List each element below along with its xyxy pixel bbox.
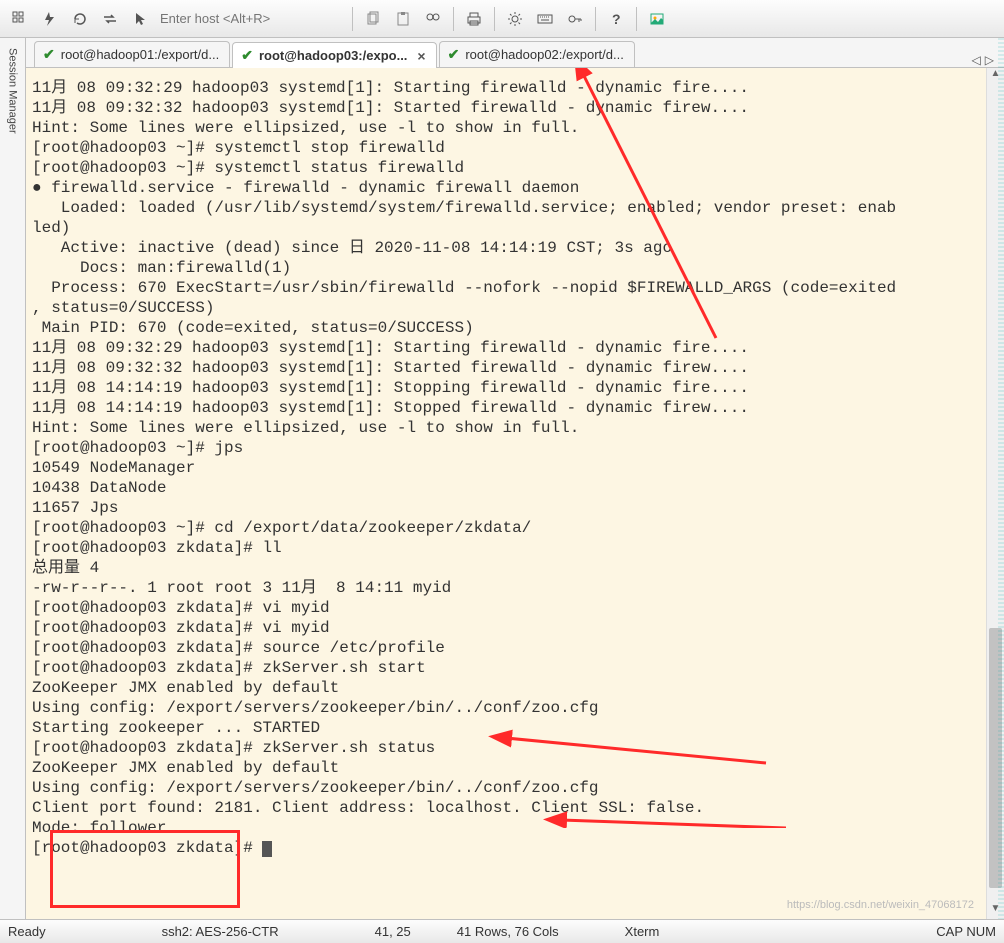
terminal-line: Mode: follower — [32, 818, 980, 838]
check-icon: ✔ — [43, 46, 55, 63]
terminal-line: 11月 08 09:32:32 hadoop03 systemd[1]: Sta… — [32, 358, 980, 378]
terminal-line: Using config: /export/servers/zookeeper/… — [32, 698, 980, 718]
terminal-line: Loaded: loaded (/usr/lib/systemd/system/… — [32, 198, 980, 218]
terminal-line: led) — [32, 218, 980, 238]
status-caps: CAP NUM — [936, 924, 996, 939]
session-manager-sidebar[interactable]: Session Manager — [0, 38, 26, 919]
toolbar-image-icon[interactable] — [643, 5, 671, 33]
terminal-line: Starting zookeeper ... STARTED — [32, 718, 980, 738]
separator — [494, 7, 495, 31]
status-size: 41 Rows, 76 Cols — [457, 924, 559, 939]
check-icon: ✔ — [241, 47, 253, 64]
terminal-line: [root@hadoop03 zkdata]# vi myid — [32, 598, 980, 618]
terminal-line: [root@hadoop03 zkdata]# zkServer.sh stat… — [32, 738, 980, 758]
status-term: Xterm — [625, 924, 660, 939]
toolbar-key-icon[interactable] — [561, 5, 589, 33]
tab-prev-icon[interactable]: ◁ — [972, 53, 981, 67]
terminal-line: [root@hadoop03 zkdata]# vi myid — [32, 618, 980, 638]
tab-hadoop03[interactable]: ✔ root@hadoop03:/expo... × — [232, 42, 436, 68]
separator — [636, 7, 637, 31]
terminal-line: 11月 08 14:14:19 hadoop03 systemd[1]: Sto… — [32, 398, 980, 418]
terminal-line: [root@hadoop03 zkdata]# zkServer.sh star… — [32, 658, 980, 678]
terminal-line: Client port found: 2181. Client address:… — [32, 798, 980, 818]
activity-gutter — [998, 38, 1004, 919]
terminal-line: Active: inactive (dead) since 日 2020-11-… — [32, 238, 980, 258]
terminal-output[interactable]: 11月 08 09:32:29 hadoop03 systemd[1]: Sta… — [26, 68, 986, 919]
toolbar-print-icon[interactable] — [460, 5, 488, 33]
toolbar-help-icon[interactable]: ? — [602, 5, 630, 33]
main-toolbar: ? — [0, 0, 1004, 38]
session-tabs: ✔ root@hadoop01:/export/d... ✔ root@hado… — [26, 38, 1004, 68]
tab-label: root@hadoop01:/export/d... — [61, 47, 219, 62]
terminal-line: Process: 670 ExecStart=/usr/sbin/firewal… — [32, 278, 980, 298]
terminal-line: -rw-r--r--. 1 root root 3 11月 8 14:11 my… — [32, 578, 980, 598]
terminal-line: [root@hadoop03 zkdata]# ll — [32, 538, 980, 558]
terminal-line: [root@hadoop03 ~]# systemctl status fire… — [32, 158, 980, 178]
toolbar-find-icon[interactable] — [419, 5, 447, 33]
terminal-line: ZooKeeper JMX enabled by default — [32, 678, 980, 698]
separator — [453, 7, 454, 31]
terminal-line: 10549 NodeManager — [32, 458, 980, 478]
terminal-line: ● firewalld.service - firewalld - dynami… — [32, 178, 980, 198]
toolbar-keyboard-icon[interactable] — [531, 5, 559, 33]
status-ready: Ready — [8, 924, 46, 939]
toolbar-pointer-icon[interactable] — [126, 5, 154, 33]
tab-label: root@hadoop03:/expo... — [259, 48, 407, 63]
terminal-cursor — [262, 841, 272, 857]
terminal-line: 10438 DataNode — [32, 478, 980, 498]
terminal-line: 11月 08 09:32:32 hadoop03 systemd[1]: Sta… — [32, 98, 980, 118]
separator — [595, 7, 596, 31]
terminal-line: [root@hadoop03 ~]# jps — [32, 438, 980, 458]
toolbar-copy-icon[interactable] — [359, 5, 387, 33]
svg-text:?: ? — [612, 11, 621, 27]
toolbar-grid-icon[interactable] — [6, 5, 34, 33]
toolbar-paste-icon[interactable] — [389, 5, 417, 33]
toolbar-refresh-icon[interactable] — [66, 5, 94, 33]
status-bar: Ready ssh2: AES-256-CTR 41, 25 41 Rows, … — [0, 919, 1004, 943]
session-manager-label: Session Manager — [7, 48, 19, 134]
terminal-line: [root@hadoop03 ~]# systemctl stop firewa… — [32, 138, 980, 158]
terminal-line: 11657 Jps — [32, 498, 980, 518]
check-icon: ✔ — [448, 46, 460, 63]
terminal-line: [root@hadoop03 ~]# cd /export/data/zooke… — [32, 518, 980, 538]
terminal-line: 总用量 4 — [32, 558, 980, 578]
terminal-line: [root@hadoop03 zkdata]# — [32, 838, 980, 858]
terminal-line: Docs: man:firewalld(1) — [32, 258, 980, 278]
close-icon[interactable]: × — [417, 48, 425, 64]
terminal-line: Hint: Some lines were ellipsized, use -l… — [32, 418, 980, 438]
toolbar-bolt-icon[interactable] — [36, 5, 64, 33]
watermark: https://blog.csdn.net/weixin_47068172 — [787, 895, 974, 915]
tab-hadoop01[interactable]: ✔ root@hadoop01:/export/d... — [34, 41, 230, 67]
terminal-line: [root@hadoop03 zkdata]# source /etc/prof… — [32, 638, 980, 658]
status-cursor-pos: 41, 25 — [375, 924, 411, 939]
tab-label: root@hadoop02:/export/d... — [465, 47, 623, 62]
terminal-line: Hint: Some lines were ellipsized, use -l… — [32, 118, 980, 138]
terminal-line: 11月 08 09:32:29 hadoop03 systemd[1]: Sta… — [32, 78, 980, 98]
tab-hadoop02[interactable]: ✔ root@hadoop02:/export/d... — [439, 41, 635, 67]
status-connection: ssh2: AES-256-CTR — [162, 924, 279, 939]
toolbar-gear-icon[interactable] — [501, 5, 529, 33]
tab-next-icon[interactable]: ▷ — [985, 53, 994, 67]
terminal-line: 11月 08 09:32:29 hadoop03 systemd[1]: Sta… — [32, 338, 980, 358]
terminal-line: Main PID: 670 (code=exited, status=0/SUC… — [32, 318, 980, 338]
terminal-line: , status=0/SUCCESS) — [32, 298, 980, 318]
terminal-line: ZooKeeper JMX enabled by default — [32, 758, 980, 778]
toolbar-loop-icon[interactable] — [96, 5, 124, 33]
terminal-line: 11月 08 14:14:19 hadoop03 systemd[1]: Sto… — [32, 378, 980, 398]
terminal-line: Using config: /export/servers/zookeeper/… — [32, 778, 980, 798]
host-input[interactable] — [156, 7, 346, 31]
separator — [352, 7, 353, 31]
